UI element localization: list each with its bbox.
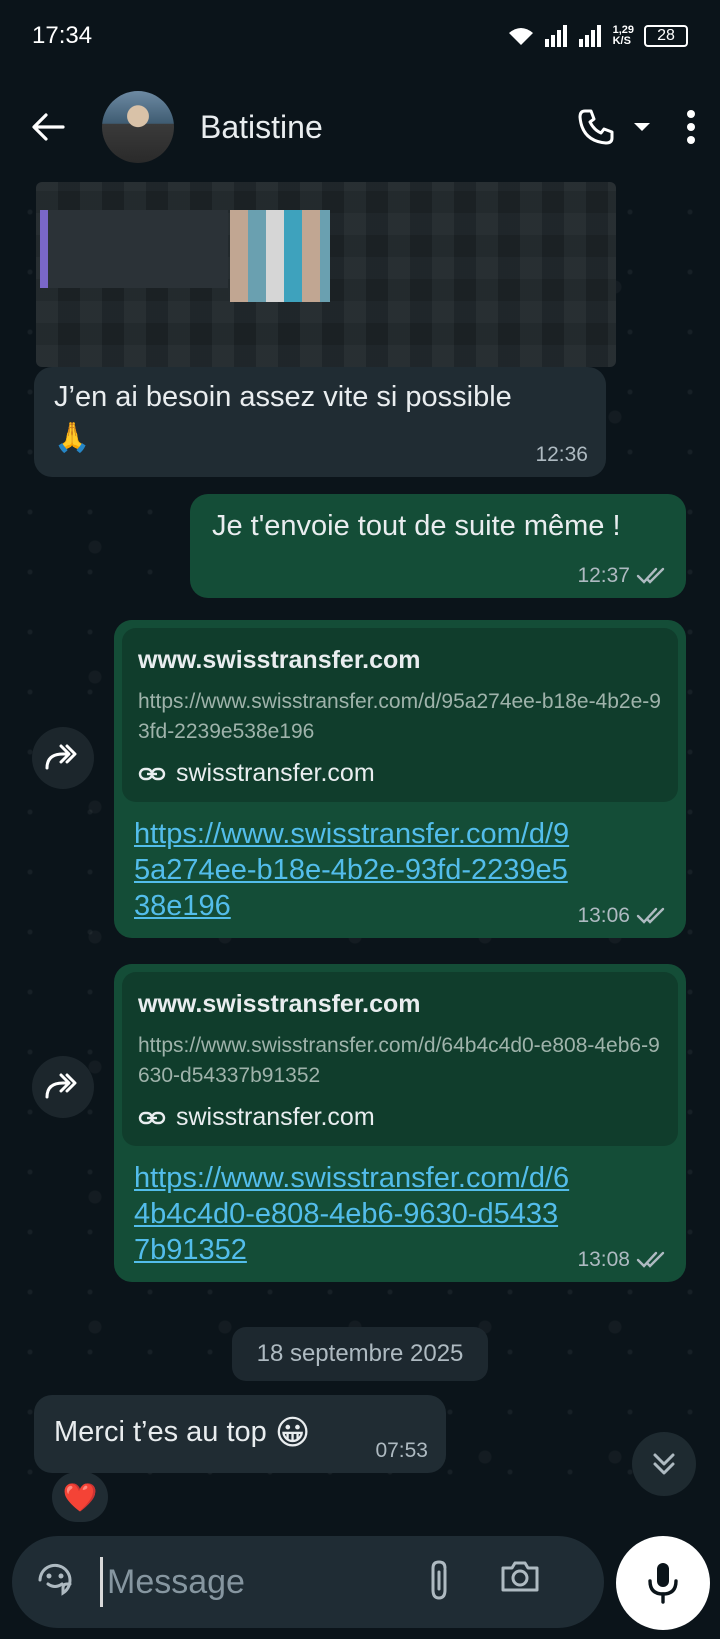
message-link-outgoing[interactable]: www.swisstransfer.com https://www.swisst… [114, 964, 686, 1282]
back-arrow-icon [32, 113, 65, 141]
forward-icon [45, 1073, 77, 1099]
message-time: 13:08 [577, 1248, 630, 1271]
phone-icon [578, 109, 614, 145]
more-options-button[interactable] [686, 109, 696, 145]
scroll-down-icon [653, 1453, 675, 1475]
message-time: 12:37 [577, 564, 630, 587]
message-link[interactable]: https://www.swisstransfer.com/d/95a274ee… [114, 802, 592, 936]
blurred-message-preview [36, 182, 616, 367]
grin-emoji: 😀 [274, 1414, 311, 1453]
pray-emoji: 🙏 [54, 422, 91, 455]
message-incoming[interactable]: J’en ai besoin assez vite si possible 🙏 … [34, 367, 606, 477]
message-reaction[interactable]: ❤️ [52, 1472, 108, 1522]
link-preview-card[interactable]: www.swisstransfer.com https://www.swisst… [122, 628, 678, 802]
double-check-icon [636, 907, 665, 924]
link-icon [138, 1111, 166, 1124]
camera-button[interactable] [499, 1558, 541, 1607]
call-options-button[interactable] [632, 120, 652, 134]
mic-button[interactable] [616, 1536, 710, 1630]
avatar[interactable] [102, 91, 174, 163]
message-time: 07:53 [375, 1439, 428, 1462]
dropdown-icon [634, 123, 650, 131]
battery-indicator: 28 [644, 25, 688, 47]
message-input[interactable] [100, 1557, 419, 1607]
message-meta: 13:06 [577, 904, 668, 928]
header-actions [576, 107, 696, 147]
signal-icon-2 [578, 25, 601, 47]
message-link-outgoing[interactable]: www.swisstransfer.com https://www.swisst… [114, 620, 686, 938]
link-domain-text: swisstransfer.com [176, 1103, 375, 1131]
call-button[interactable] [576, 107, 616, 147]
back-button[interactable] [24, 103, 72, 151]
composer-actions [425, 1558, 541, 1607]
status-bar: 17:34 1,29 K/S 28 [0, 0, 720, 72]
link-preview-domain: swisstransfer.com [138, 759, 662, 788]
message-meta: 12:37 [577, 564, 668, 588]
more-vert-icon [687, 110, 695, 144]
date-separator: 18 septembre 2025 [232, 1327, 488, 1381]
message-text: J’en ai besoin assez vite si possible [54, 381, 512, 413]
contact-name[interactable]: Batistine [200, 109, 576, 146]
attach-icon [431, 1559, 447, 1600]
chat-header: Batistine [0, 72, 720, 182]
attach-button[interactable] [425, 1558, 453, 1607]
message-time: 13:06 [577, 904, 630, 927]
link-domain-text: swisstransfer.com [176, 759, 375, 787]
message-meta: 13:08 [577, 1248, 668, 1272]
forward-button[interactable] [32, 1056, 94, 1118]
message-text: Je t'envoie tout de suite même ! [212, 510, 621, 542]
double-check-icon [636, 1251, 665, 1268]
forward-button[interactable] [32, 727, 94, 789]
wifi-icon [508, 28, 533, 45]
link-preview-card[interactable]: www.swisstransfer.com https://www.swisst… [122, 972, 678, 1146]
net-speed-unit: K/S [612, 35, 631, 47]
message-composer [12, 1536, 604, 1628]
camera-icon [501, 1561, 539, 1591]
link-preview-domain: swisstransfer.com [138, 1103, 662, 1132]
net-speed: 1,29 K/S [613, 25, 634, 47]
sticker-button[interactable] [34, 1559, 76, 1606]
mic-icon [648, 1563, 678, 1604]
link-preview-url: https://www.swisstransfer.com/d/95a274ee… [138, 690, 661, 743]
double-check-icon [636, 567, 665, 584]
message-outgoing[interactable]: Je t'envoie tout de suite même ! 12:37 [190, 494, 686, 598]
chat-area[interactable]: J’en ai besoin assez vite si possible 🙏 … [0, 182, 720, 1522]
link-preview-url: https://www.swisstransfer.com/d/64b4c4d0… [138, 1034, 660, 1087]
message-incoming[interactable]: Merci t’es au top 😀 07:53 [34, 1395, 446, 1473]
scroll-to-bottom-button[interactable] [632, 1432, 696, 1496]
blurred-thumbnail [230, 210, 330, 302]
message-text: Merci t’es au top [54, 1416, 267, 1448]
message-time: 12:36 [535, 443, 588, 466]
link-icon [138, 767, 166, 780]
status-time: 17:34 [32, 22, 93, 49]
message-link[interactable]: https://www.swisstransfer.com/d/64b4c4d0… [114, 1146, 592, 1280]
forward-icon [45, 744, 77, 770]
signal-icon [544, 25, 567, 47]
link-preview-title: www.swisstransfer.com [138, 990, 421, 1018]
link-preview-title: www.swisstransfer.com [138, 646, 421, 674]
sticker-icon [38, 1563, 72, 1596]
status-icons: 1,29 K/S 28 [507, 25, 688, 47]
blurred-quote [40, 210, 228, 288]
